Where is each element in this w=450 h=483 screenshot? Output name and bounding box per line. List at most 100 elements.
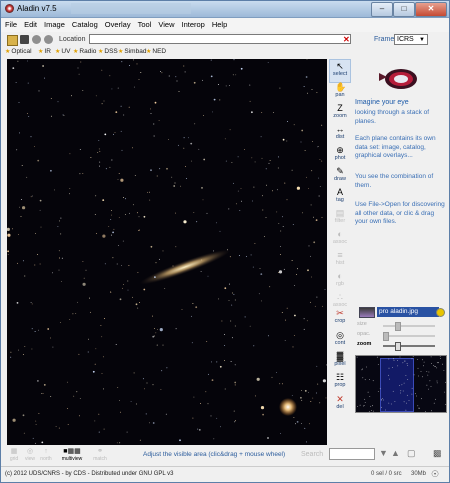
menu-tool[interactable]: Tool	[134, 18, 155, 29]
clear-location-icon[interactable]: ✕	[343, 35, 350, 44]
size-slider[interactable]: size	[357, 321, 445, 331]
star	[251, 200, 253, 202]
close-button[interactable]: ✕	[415, 2, 447, 17]
tool-select-button[interactable]: ↖ select	[329, 59, 351, 83]
star	[228, 283, 230, 285]
plane-name: pro aladin.jpg	[377, 307, 439, 317]
opacity-knob[interactable]	[383, 332, 389, 341]
opacity-slider[interactable]: opac.	[357, 331, 445, 341]
plane-thumbnail	[359, 307, 375, 318]
zoom-slider[interactable]: zoom	[357, 341, 445, 351]
menu-overlay[interactable]: Overlay	[101, 18, 134, 29]
frame-select[interactable]: ICRS ▼	[394, 34, 428, 45]
view-button[interactable]: ◎ view	[23, 448, 37, 462]
star	[164, 287, 166, 289]
plane-stack: pro aladin.jpg size opac. zoom	[353, 301, 447, 449]
plane-item[interactable]: pro aladin.jpg	[359, 307, 445, 318]
star	[249, 325, 251, 327]
search-down-icon[interactable]: ▼	[379, 448, 388, 458]
preview-star	[367, 391, 369, 393]
location-input[interactable]	[89, 34, 351, 44]
size-knob[interactable]	[395, 322, 401, 331]
save-icon[interactable]	[20, 35, 29, 44]
satellite-dish-icon[interactable]: ☉	[431, 469, 439, 480]
menu-file[interactable]: File	[1, 18, 20, 29]
server-ned[interactable]: ★NED	[146, 48, 166, 55]
aladin-window: Aladin v7.5 – □ ✕ File Edit Image Catalog Ov…	[0, 0, 450, 483]
star	[211, 379, 214, 381]
star	[94, 363, 96, 365]
search-input[interactable]	[329, 448, 375, 460]
preview-star	[412, 356, 414, 357]
star	[234, 420, 236, 422]
back-icon[interactable]	[32, 35, 41, 44]
zoom-track	[383, 345, 435, 347]
minimize-button[interactable]: –	[371, 2, 393, 17]
tool-crop-button[interactable]: ✂ crop	[329, 307, 351, 331]
star	[33, 146, 35, 148]
star	[228, 300, 230, 301]
server-optical[interactable]: ★Optical	[5, 48, 32, 55]
star	[231, 337, 233, 339]
search-options-icon[interactable]: ▢	[407, 448, 416, 459]
open-folder-icon[interactable]	[7, 35, 18, 46]
star	[178, 91, 180, 93]
star	[111, 209, 112, 211]
sky-view[interactable]	[7, 59, 327, 445]
server-dss[interactable]: ★DSS	[98, 48, 118, 55]
star	[265, 168, 267, 170]
menu-image[interactable]: Image	[40, 18, 68, 29]
window-title: Aladin v7.5	[17, 4, 57, 13]
tool-prop-button[interactable]: ☷ prop	[329, 371, 351, 395]
menu-catalog[interactable]: Catalog	[68, 18, 101, 29]
zoom-preview[interactable]	[355, 355, 447, 413]
split-view-icon[interactable]: ▩	[433, 448, 442, 459]
zoom-knob[interactable]	[395, 342, 401, 351]
star	[302, 212, 304, 214]
star	[234, 421, 236, 423]
star	[18, 102, 20, 104]
search-up-icon[interactable]: ▲	[391, 448, 400, 458]
menu-edit[interactable]: Edit	[20, 18, 40, 29]
star	[234, 381, 237, 384]
menu-view[interactable]: View	[154, 18, 177, 29]
preview-star	[388, 358, 390, 360]
server-simbad[interactable]: ★Simbad	[118, 48, 146, 55]
menu-interop[interactable]: Interop	[177, 18, 207, 29]
star	[82, 173, 84, 175]
tool-del-button[interactable]: ✕ del	[329, 393, 351, 417]
star	[38, 90, 40, 92]
server-ir[interactable]: ★IR	[38, 48, 51, 55]
star	[71, 95, 72, 97]
star	[259, 268, 261, 270]
preview-star	[392, 390, 394, 392]
north-button[interactable]: ↑ north	[39, 448, 53, 462]
star	[315, 219, 318, 222]
star	[276, 372, 277, 374]
star	[83, 277, 85, 279]
preview-star	[383, 399, 384, 401]
star	[316, 296, 318, 298]
star	[143, 215, 146, 218]
server-uv[interactable]: ★UV	[55, 48, 70, 55]
multiview-button[interactable]: ■▦▦ multiview	[57, 448, 87, 462]
star	[69, 193, 70, 195]
star	[59, 322, 61, 323]
forward-icon[interactable]	[44, 35, 53, 44]
star	[277, 167, 279, 169]
star	[303, 318, 305, 320]
menu-help[interactable]: Help	[208, 18, 230, 29]
preview-star	[400, 392, 401, 394]
tool-label: phot	[334, 155, 346, 161]
preview-star	[436, 380, 438, 382]
preview-star	[425, 411, 426, 412]
match-button[interactable]: ⚭ match	[93, 448, 107, 462]
server-radio[interactable]: ★Radio	[73, 48, 96, 55]
maximize-button[interactable]: □	[393, 2, 415, 17]
grid-button[interactable]: ▦ grid	[7, 448, 21, 462]
star	[162, 344, 164, 346]
preview-star	[435, 366, 436, 367]
preview-star	[428, 371, 430, 373]
star	[122, 240, 124, 242]
star	[60, 233, 62, 235]
